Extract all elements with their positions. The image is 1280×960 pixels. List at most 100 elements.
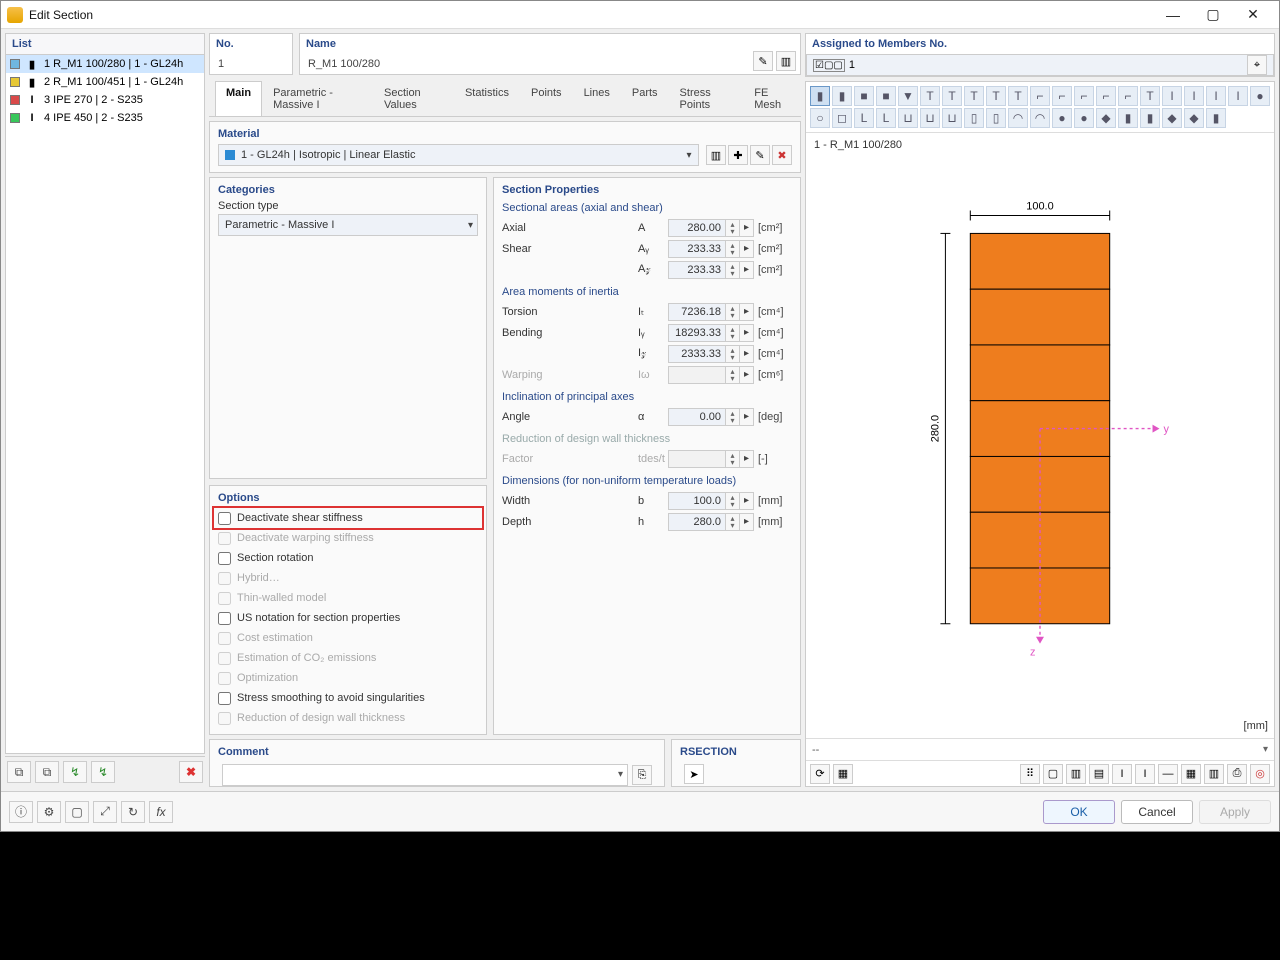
shape-button[interactable]: ○ <box>810 108 830 128</box>
name-edit-icon[interactable]: ✎ <box>753 51 773 71</box>
assigned-checkbox-icon[interactable]: ☑▢▢ <box>813 59 845 72</box>
shape-button[interactable]: T <box>942 86 962 106</box>
material-delete-icon[interactable]: ✖ <box>772 145 792 165</box>
arrow-icon[interactable]: ▸ <box>740 261 754 279</box>
tab-main[interactable]: Main <box>215 81 262 116</box>
sectiontype-select[interactable]: Parametric - Massive I ▾ <box>218 214 478 236</box>
shape-button[interactable]: ● <box>1074 108 1094 128</box>
arrow-icon[interactable]: ▸ <box>740 219 754 237</box>
pv-tool-4[interactable]: ▢ <box>1043 764 1063 784</box>
footer-tool-3[interactable]: ▢ <box>65 801 89 823</box>
close-button[interactable]: ✕ <box>1233 1 1273 29</box>
pv-tool-12[interactable]: ⎙ <box>1227 764 1247 784</box>
option-section-rotation[interactable]: Section rotation <box>218 548 478 568</box>
shape-button[interactable]: ⊔ <box>898 108 918 128</box>
shape-button[interactable]: T <box>1008 86 1028 106</box>
rsection-icon[interactable]: ➤ <box>684 764 704 784</box>
list-tool-3[interactable]: ↯ <box>63 761 87 783</box>
footer-tool-4[interactable]: ⤢ <box>93 801 117 823</box>
arrow-icon[interactable]: ▸ <box>740 492 754 510</box>
pv-tool-7[interactable]: I <box>1112 764 1132 784</box>
pv-tool-13[interactable]: ◎ <box>1250 764 1270 784</box>
spinner-icon[interactable]: ▴▾ <box>726 219 740 237</box>
shape-button[interactable]: ▮ <box>1140 108 1160 128</box>
tab-parametric-massive-i[interactable]: Parametric - Massive I <box>262 81 373 116</box>
footer-tool-6[interactable]: fx <box>149 801 173 823</box>
spinner-icon[interactable]: ▴▾ <box>726 261 740 279</box>
minimize-button[interactable]: — <box>1153 1 1193 29</box>
shape-button[interactable]: ◠ <box>1030 108 1050 128</box>
arrow-icon[interactable]: ▸ <box>740 324 754 342</box>
comment-input[interactable]: ▾ <box>222 764 628 786</box>
shape-button[interactable]: ⌐ <box>1096 86 1116 106</box>
prop-value[interactable]: 2333.33 <box>668 345 726 363</box>
pv-tool-5[interactable]: ▥ <box>1066 764 1086 784</box>
name-library-icon[interactable]: ▥ <box>776 51 796 71</box>
shape-button[interactable]: ▮ <box>810 86 830 106</box>
arrow-icon[interactable]: ▸ <box>740 408 754 426</box>
comment-apply-icon[interactable]: ⎘ <box>632 765 652 785</box>
option-us-notation-for-section-properties[interactable]: US notation for section properties <box>218 608 478 628</box>
footer-tool-5[interactable]: ↻ <box>121 801 145 823</box>
shape-button[interactable]: ● <box>1250 86 1270 106</box>
pv-tool-6[interactable]: ▤ <box>1089 764 1109 784</box>
tab-fe-mesh[interactable]: FE Mesh <box>743 81 801 116</box>
list-tool-1[interactable]: ⧉ <box>7 761 31 783</box>
shape-button[interactable]: I <box>1184 86 1204 106</box>
shape-button[interactable]: ■ <box>854 86 874 106</box>
pv-tool-8[interactable]: I <box>1135 764 1155 784</box>
shape-button[interactable]: T <box>1140 86 1160 106</box>
spinner-icon[interactable]: ▴▾ <box>726 513 740 531</box>
pv-tool-9[interactable]: — <box>1158 764 1178 784</box>
shape-button[interactable]: ● <box>1052 108 1072 128</box>
shape-button[interactable]: T <box>986 86 1006 106</box>
shape-button[interactable]: I <box>1228 86 1248 106</box>
shape-button[interactable]: ⌐ <box>1118 86 1138 106</box>
no-input[interactable] <box>210 54 292 74</box>
shape-button[interactable]: ⌐ <box>1074 86 1094 106</box>
shape-button[interactable]: ▯ <box>986 108 1006 128</box>
pv-tool-2[interactable]: ▦ <box>833 764 853 784</box>
material-edit-icon[interactable]: ✎ <box>750 145 770 165</box>
shape-button[interactable]: ▮ <box>1118 108 1138 128</box>
list-item[interactable]: I 4 IPE 450 | 2 - S235 <box>6 109 204 127</box>
tab-parts[interactable]: Parts <box>621 81 669 116</box>
tab-statistics[interactable]: Statistics <box>454 81 520 116</box>
shape-button[interactable]: ◆ <box>1162 108 1182 128</box>
shape-button[interactable]: ◆ <box>1096 108 1116 128</box>
list-item[interactable]: ▮ 1 R_M1 100/280 | 1 - GL24h <box>6 55 204 73</box>
shape-button[interactable]: ▯ <box>964 108 984 128</box>
prop-value[interactable]: 7236.18 <box>668 303 726 321</box>
shape-button[interactable]: ■ <box>876 86 896 106</box>
pv-tool-3[interactable]: ⠿ <box>1020 764 1040 784</box>
list-delete-button[interactable]: ✖ <box>179 761 203 783</box>
shape-button[interactable]: ▼ <box>898 86 918 106</box>
spinner-icon[interactable]: ▴▾ <box>726 303 740 321</box>
spinner-icon[interactable]: ▴▾ <box>726 324 740 342</box>
arrow-icon[interactable]: ▸ <box>740 513 754 531</box>
shape-button[interactable]: I <box>1206 86 1226 106</box>
material-lib-icon[interactable]: ▥ <box>706 145 726 165</box>
shape-button[interactable]: ⊔ <box>942 108 962 128</box>
spinner-icon[interactable]: ▴▾ <box>726 492 740 510</box>
list-item[interactable]: ▮ 2 R_M1 100/451 | 1 - GL24h <box>6 73 204 91</box>
prop-value[interactable]: 280.0 <box>668 513 726 531</box>
footer-tool-1[interactable]: ⓘ <box>9 801 33 823</box>
shape-button[interactable]: L <box>854 108 874 128</box>
maximize-button[interactable]: ▢ <box>1193 1 1233 29</box>
shape-button[interactable]: L <box>876 108 896 128</box>
shape-button[interactable]: ⌐ <box>1052 86 1072 106</box>
prop-value[interactable]: 0.00 <box>668 408 726 426</box>
tab-stress-points[interactable]: Stress Points <box>669 81 744 116</box>
tab-lines[interactable]: Lines <box>573 81 621 116</box>
arrow-icon[interactable]: ▸ <box>740 345 754 363</box>
material-select[interactable]: 1 - GL24h | Isotropic | Linear Elastic ▾ <box>218 144 699 166</box>
arrow-icon[interactable]: ▸ <box>740 240 754 258</box>
shape-button[interactable]: ◠ <box>1008 108 1028 128</box>
prop-value[interactable]: 280.00 <box>668 219 726 237</box>
pv-tool-11[interactable]: ▥ <box>1204 764 1224 784</box>
option-stress-smoothing-to-avoid-singularities[interactable]: Stress smoothing to avoid singularities <box>218 688 478 708</box>
tab-section-values[interactable]: Section Values <box>373 81 454 116</box>
shape-button[interactable]: ▮ <box>832 86 852 106</box>
pv-tool-10[interactable]: ▦ <box>1181 764 1201 784</box>
